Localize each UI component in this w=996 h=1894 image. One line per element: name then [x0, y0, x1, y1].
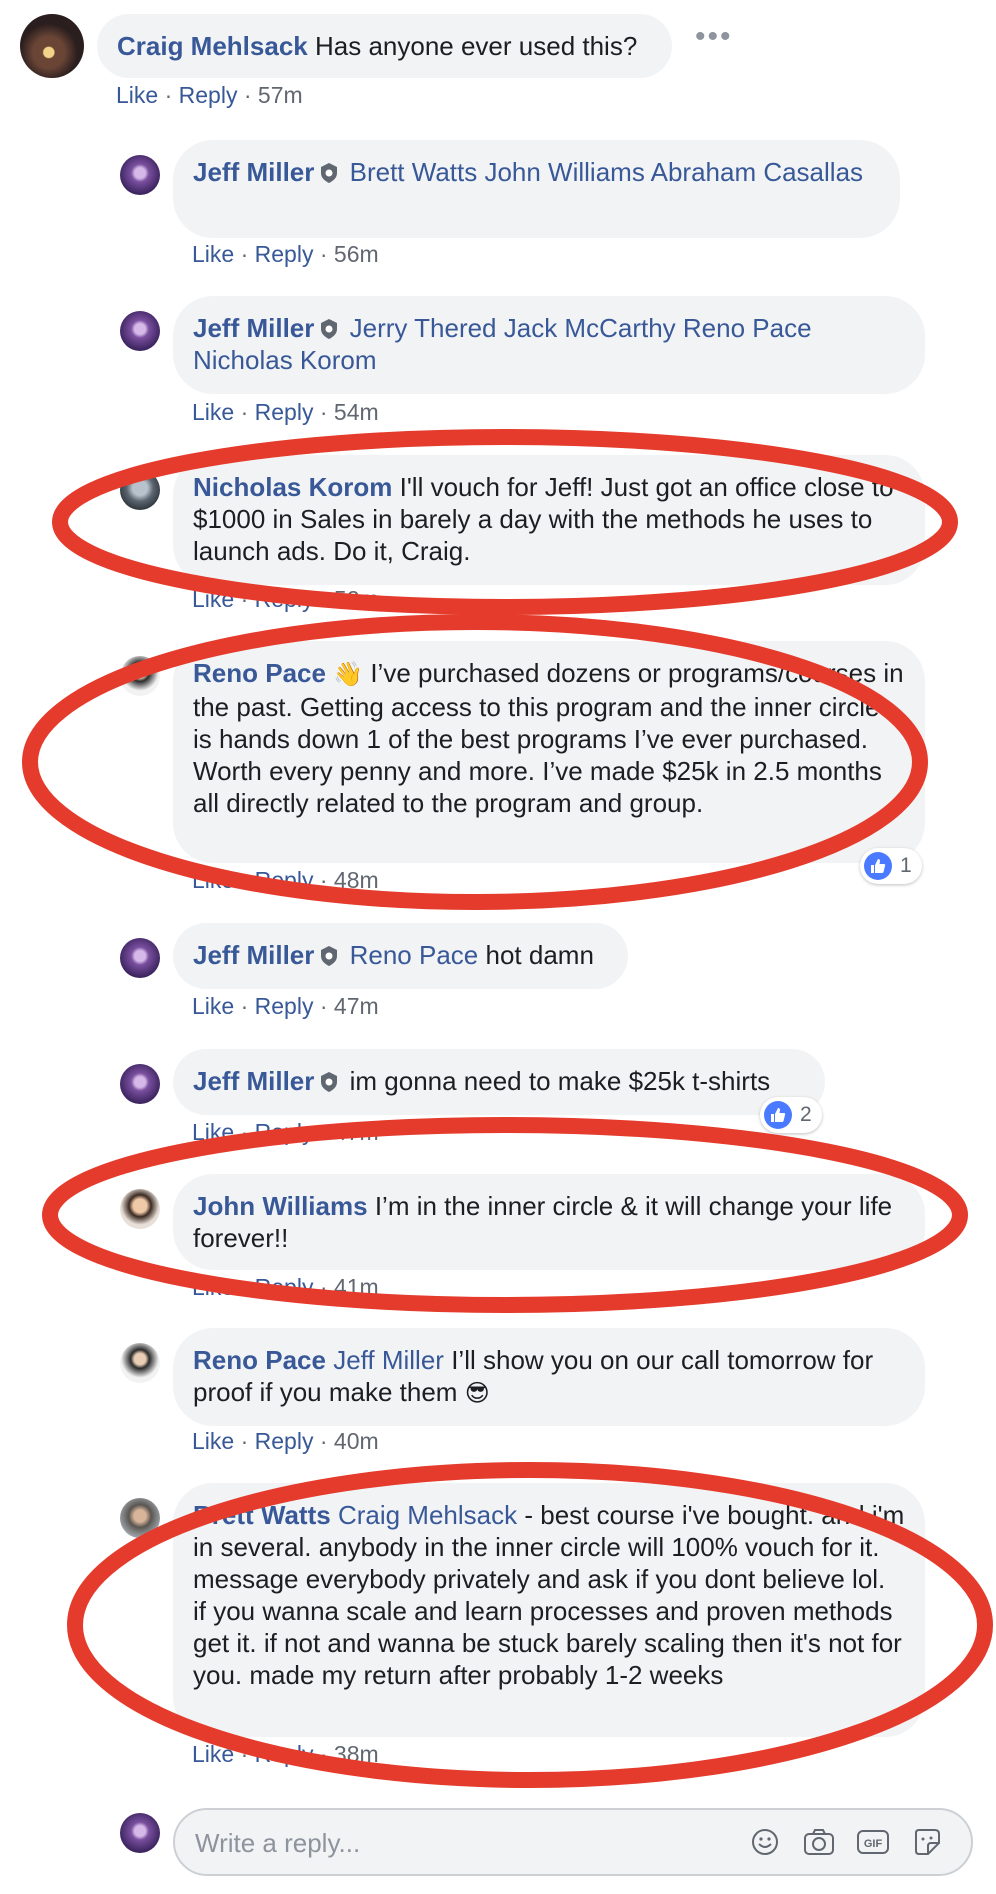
like-reaction-icon	[864, 852, 892, 880]
comment-actions: Like · Reply · 38m	[192, 1741, 379, 1767]
comment-author[interactable]: Jeff Miller	[193, 1066, 314, 1096]
comment-author[interactable]: Reno Pace	[193, 658, 326, 688]
timestamp[interactable]: 38m	[334, 1741, 379, 1767]
reply-input[interactable]: Write a reply... GIF	[173, 1808, 973, 1876]
tagged-names[interactable]: Brett Watts John Williams Abraham Casall…	[350, 157, 863, 187]
comment-author[interactable]: Jeff Miller	[193, 940, 314, 970]
avatar-nicholas-korom[interactable]	[120, 470, 160, 510]
like-link[interactable]: Like	[192, 1119, 234, 1145]
avatar-john-williams[interactable]	[120, 1189, 160, 1229]
timestamp[interactable]: 52m	[334, 586, 379, 612]
like-link[interactable]: Like	[116, 82, 158, 108]
comment-actions: Like · Reply · 48m	[192, 867, 379, 893]
reaction-number: 1	[900, 854, 912, 877]
tagged-names[interactable]: Craig Mehlsack	[338, 1500, 517, 1530]
timestamp[interactable]: 47m	[334, 993, 379, 1019]
comment-bubble: Jeff Miller Brett Watts John Williams Ab…	[173, 140, 900, 238]
comment-bubble-top: Craig Mehlsack Has anyone ever used this…	[97, 14, 672, 78]
comment-bubble: Jeff Miller Reno Pace hot damn	[173, 923, 628, 989]
verified-badge-icon	[321, 1072, 338, 1092]
timestamp[interactable]: 54m	[334, 399, 379, 425]
comment-bubble: Brett Watts Craig Mehlsack - best course…	[173, 1483, 925, 1737]
like-link[interactable]: Like	[192, 1741, 234, 1767]
reaction-count[interactable]: 2	[760, 1097, 822, 1133]
comment-actions: Like · Reply · 56m	[192, 241, 379, 267]
timestamp[interactable]: 41m	[334, 1274, 379, 1300]
avatar-jeff-miller[interactable]	[120, 155, 160, 195]
avatar-current-user	[120, 1813, 160, 1853]
sticker-icon[interactable]	[909, 1824, 945, 1860]
gif-icon[interactable]: GIF	[855, 1824, 891, 1860]
like-reaction-icon	[764, 1101, 792, 1129]
reply-link[interactable]: Reply	[255, 399, 314, 425]
sunglasses-emoji: 😎	[464, 1380, 490, 1407]
reply-link[interactable]: Reply	[255, 241, 314, 267]
like-link[interactable]: Like	[192, 867, 234, 893]
avatar-jeff-miller[interactable]	[120, 1064, 160, 1104]
avatar-reno-pace[interactable]	[120, 1343, 160, 1383]
reply-link[interactable]: Reply	[255, 586, 314, 612]
reply-placeholder[interactable]: Write a reply...	[195, 1828, 360, 1859]
comment-bubble: Jeff Miller im gonna need to make $25k t…	[173, 1049, 825, 1115]
verified-badge-icon	[321, 163, 338, 183]
waving-hand-emoji: 👋	[333, 661, 364, 688]
comment-actions: Like · Reply · 47m	[192, 993, 379, 1019]
timestamp[interactable]: 56m	[334, 241, 379, 267]
tagged-names[interactable]: Reno Pace	[350, 940, 479, 970]
comment-author[interactable]: Reno Pace	[193, 1345, 326, 1375]
avatar-jeff-miller[interactable]	[120, 311, 160, 351]
reply-link[interactable]: Reply	[255, 993, 314, 1019]
comment-actions: Like · Reply · 40m	[192, 1428, 379, 1454]
comment-bubble: Jeff Miller Jerry Thered Jack McCarthy R…	[173, 296, 925, 394]
comment-bubble: Reno Pace 👋 I’ve purchased dozens or pro…	[173, 641, 925, 863]
comment-author[interactable]: Jeff Miller	[193, 157, 314, 187]
like-link[interactable]: Like	[192, 586, 234, 612]
verified-badge-icon	[321, 319, 338, 339]
reaction-number: 2	[800, 1103, 812, 1126]
timestamp[interactable]: 48m	[334, 867, 379, 893]
timestamp[interactable]: 57m	[258, 82, 303, 108]
comment-actions: Like · Reply · 52m	[192, 586, 379, 612]
comment-actions: Like · Reply · 54m	[192, 399, 379, 425]
comment-text: im gonna need to make $25k t-shirts	[349, 1066, 771, 1096]
comment-bubble: Nicholas Korom I'll vouch for Jeff! Just…	[173, 455, 925, 585]
verified-badge-icon	[321, 946, 338, 966]
emoji-icon[interactable]	[747, 1824, 783, 1860]
svg-text:GIF: GIF	[864, 1838, 883, 1850]
like-link[interactable]: Like	[192, 1428, 234, 1454]
comment-author[interactable]: Nicholas Korom	[193, 472, 392, 502]
timestamp[interactable]: 47m	[334, 1119, 379, 1145]
comment-author[interactable]: Brett Watts	[193, 1500, 331, 1530]
reply-link[interactable]: Reply	[255, 1428, 314, 1454]
like-link[interactable]: Like	[192, 1274, 234, 1300]
avatar-craig[interactable]	[20, 14, 84, 78]
avatar-brett-watts[interactable]	[120, 1498, 160, 1538]
reply-link[interactable]: Reply	[255, 1741, 314, 1767]
reaction-count[interactable]: 1	[860, 848, 922, 884]
like-link[interactable]: Like	[192, 399, 234, 425]
avatar-jeff-miller[interactable]	[120, 938, 160, 978]
reply-link[interactable]: Reply	[255, 867, 314, 893]
comment-bubble: Reno Pace Jeff Miller I’ll show you on o…	[173, 1328, 925, 1426]
comment-actions: Like · Reply · 41m	[192, 1274, 379, 1300]
reply-link[interactable]: Reply	[255, 1119, 314, 1145]
comment-bubble: John Williams I’m in the inner circle & …	[173, 1174, 925, 1270]
comment-actions: Like · Reply · 57m	[116, 82, 303, 108]
timestamp[interactable]: 40m	[334, 1428, 379, 1454]
comment-text: Has anyone ever used this?	[314, 31, 638, 61]
camera-icon[interactable]	[801, 1824, 837, 1860]
comment-author[interactable]: Jeff Miller	[193, 313, 314, 343]
comment-author[interactable]: Craig Mehlsack	[117, 31, 308, 61]
like-link[interactable]: Like	[192, 993, 234, 1019]
comment-text: hot damn	[485, 940, 594, 970]
avatar-reno-pace[interactable]	[120, 656, 160, 696]
like-link[interactable]: Like	[192, 241, 234, 267]
more-options-icon[interactable]: •••	[695, 20, 733, 54]
tagged-names[interactable]: Jeff Miller	[333, 1345, 444, 1375]
comment-actions: Like · Reply · 47m	[192, 1119, 379, 1145]
comment-author[interactable]: John Williams	[193, 1191, 368, 1221]
reply-link[interactable]: Reply	[255, 1274, 314, 1300]
reply-link[interactable]: Reply	[179, 82, 238, 108]
